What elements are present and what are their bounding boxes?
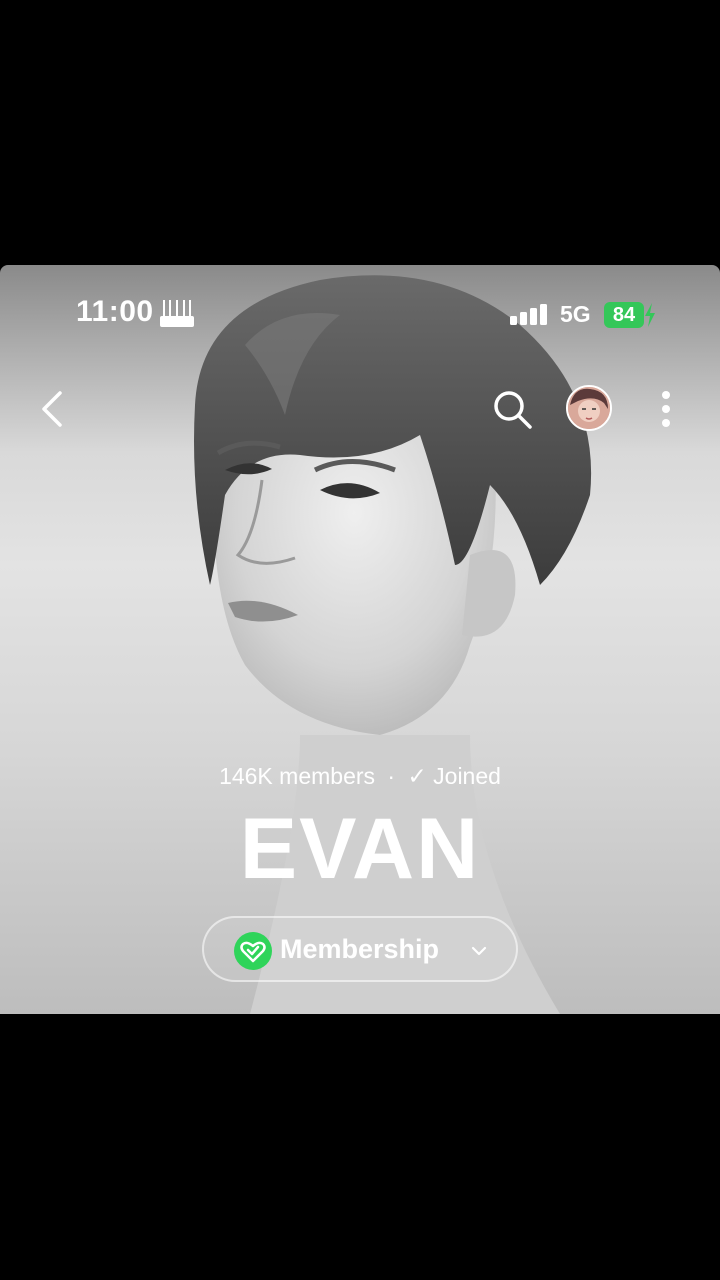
community-title: EVAN bbox=[239, 801, 481, 897]
battery-level: 84 bbox=[612, 304, 636, 326]
abs-icon bbox=[160, 300, 194, 327]
separator-dot: · bbox=[387, 763, 396, 789]
chevron-down-icon bbox=[471, 946, 487, 956]
network-type: 5G bbox=[560, 301, 591, 327]
membership-button[interactable]: Membership bbox=[202, 916, 518, 982]
status-time: 11:00 bbox=[76, 295, 154, 328]
membership-label: Membership bbox=[280, 934, 440, 964]
more-options-icon[interactable] bbox=[654, 387, 678, 431]
members-count: 146K members bbox=[219, 763, 376, 789]
avatar-image bbox=[568, 387, 610, 429]
joined-status: ✓ Joined bbox=[407, 763, 501, 789]
back-button[interactable] bbox=[34, 389, 74, 429]
charging-bolt-icon bbox=[645, 303, 655, 327]
battery-indicator: 84 bbox=[604, 302, 644, 328]
hero-portrait-image bbox=[194, 275, 592, 1014]
profile-avatar[interactable] bbox=[566, 385, 612, 431]
search-icon[interactable] bbox=[490, 387, 534, 431]
heart-check-icon bbox=[234, 932, 272, 970]
status-bar: 11:00 5G 84 bbox=[0, 265, 720, 365]
member-info: 146K members · ✓ Joined bbox=[0, 763, 720, 790]
community-header: 11:00 5G 84 146K members · ✓ Joined EVAN… bbox=[0, 265, 720, 1014]
